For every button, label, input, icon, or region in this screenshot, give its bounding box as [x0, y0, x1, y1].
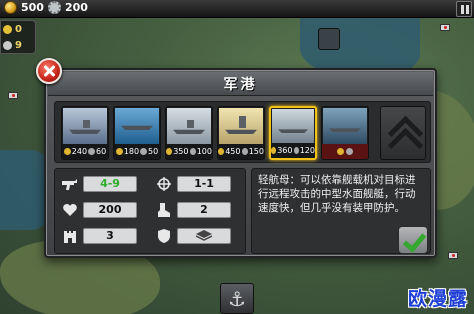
coins-value: 500 — [21, 1, 44, 14]
ship-cost: 360 120 — [271, 143, 315, 158]
ship-card-heavy-cruiser[interactable]: 350 100 — [165, 106, 213, 160]
ship-card-battleship[interactable]: 450 150 — [217, 106, 265, 160]
ship-card-cruiser[interactable]: 240 60 — [61, 106, 109, 160]
shield-icon — [155, 228, 173, 244]
coin-icon — [218, 148, 225, 155]
ship-card-submarine[interactable]: 180 50 — [113, 106, 161, 160]
cruiser-image — [63, 108, 107, 144]
coin-income-icon — [3, 24, 12, 34]
defense-value: 3 — [83, 228, 137, 244]
layers-icon — [195, 230, 213, 241]
heavy-cruiser-image — [167, 108, 211, 144]
move-value: 2 — [177, 202, 231, 218]
defense-stat: 3 — [61, 227, 137, 245]
gear-icon — [48, 1, 61, 14]
attack-value: 4-9 — [83, 176, 137, 192]
gear-icon — [140, 148, 148, 155]
confirm-button[interactable] — [398, 226, 428, 254]
pause-button[interactable] — [456, 1, 472, 17]
gear-icon — [293, 147, 299, 154]
dialog-title-bar: 军港 — [48, 72, 433, 96]
dialog-title: 军港 — [223, 76, 258, 93]
industry-income-value: 9 — [15, 39, 22, 51]
coin-icon — [336, 148, 344, 155]
gear-icon — [88, 148, 96, 155]
battleship-unit-icon[interactable] — [318, 28, 340, 50]
ship-cost: 240 60 — [62, 144, 108, 159]
gear-icon — [189, 148, 196, 155]
ship-cost: 450 150 — [218, 144, 264, 159]
battleship-image — [219, 108, 263, 144]
light-carrier-image — [272, 109, 314, 145]
move-stat: 2 — [155, 201, 231, 219]
submarine-image — [115, 108, 159, 144]
ship-card-light-carrier[interactable]: 360 120 — [269, 106, 317, 160]
rank-up-button[interactable] — [380, 106, 426, 160]
gear-icon — [345, 148, 353, 155]
armor-stat — [155, 227, 231, 245]
ship-cost: 180 50 — [114, 144, 160, 159]
health-value: 200 — [83, 202, 137, 218]
japan-flag-icon — [448, 252, 458, 259]
top-resource-bar: 500 200 — [0, 0, 474, 18]
coin-icon — [271, 147, 277, 154]
watermark-text: 欧漫露 — [407, 288, 468, 310]
coin-icon — [4, 1, 17, 14]
anchor-icon: ⚓ — [228, 287, 246, 311]
crosshair-icon — [155, 176, 173, 192]
coin-income-value: 0 — [15, 23, 22, 35]
industry-counter: 200 — [48, 1, 88, 14]
japan-flag-icon — [8, 92, 18, 99]
boot-icon — [155, 202, 173, 218]
coin-icon — [63, 148, 71, 155]
ship-cost-locked — [322, 144, 368, 159]
terrain-icon-box — [177, 228, 231, 244]
side-resource-panel: 0 9 — [0, 20, 36, 54]
coin-icon — [166, 148, 173, 155]
close-button[interactable] — [36, 58, 62, 84]
fortress-icon — [61, 228, 79, 244]
japan-flag-icon — [440, 24, 450, 31]
range-stat: 1-1 — [155, 175, 231, 193]
industry-value: 200 — [65, 1, 88, 14]
range-value: 1-1 — [177, 176, 231, 192]
aircraft-carrier-image — [323, 108, 367, 144]
heart-icon — [61, 202, 79, 218]
ship-stats-panel: 4-9 1-1 200 2 3 — [54, 168, 246, 254]
attack-stat: 4-9 — [61, 175, 137, 193]
ship-card-list: 240 60 180 50 350 100 450 150 360 120 — [54, 101, 431, 163]
industry-income-icon — [3, 40, 12, 50]
ship-cost: 350 100 — [166, 144, 212, 159]
health-stat: 200 — [61, 201, 137, 219]
gear-icon — [241, 148, 248, 155]
coins-counter: 500 — [4, 1, 44, 14]
gun-icon — [61, 176, 79, 192]
ship-card-aircraft-carrier[interactable] — [321, 106, 369, 160]
port-anchor-button[interactable]: ⚓ — [220, 283, 254, 314]
naval-port-dialog: 军港 240 60 180 50 350 100 450 150 360 120… — [44, 68, 437, 258]
coin-icon — [115, 148, 123, 155]
